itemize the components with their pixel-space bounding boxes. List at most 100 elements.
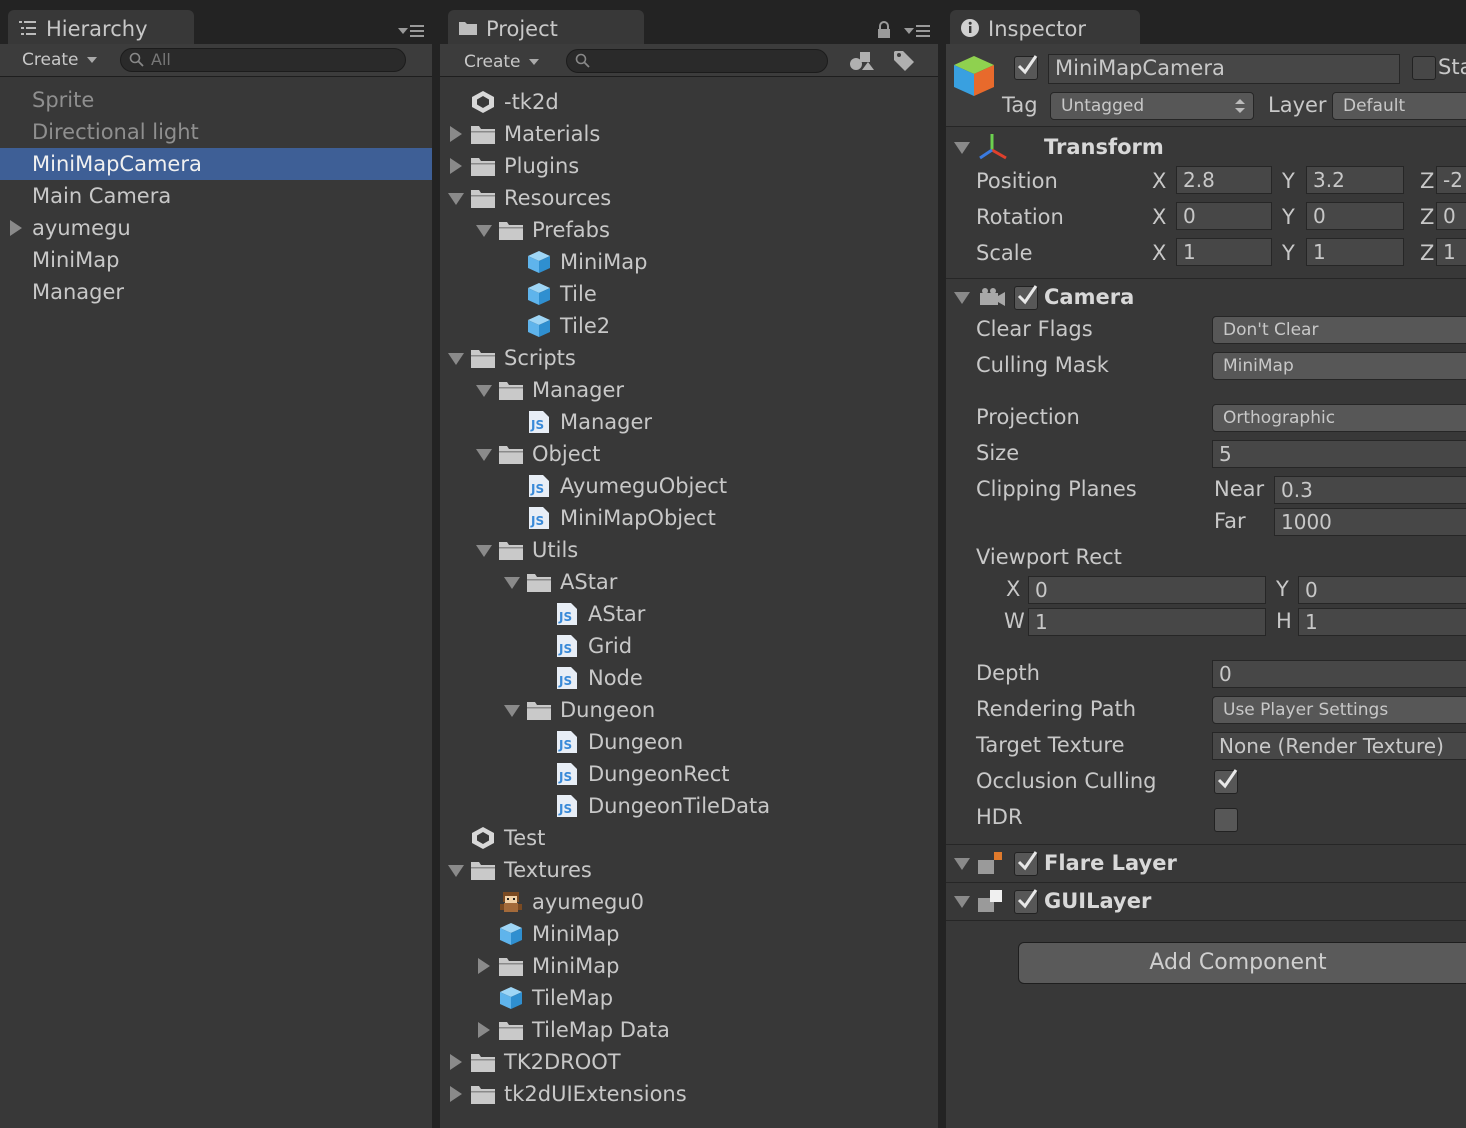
camera-foldout-arrow[interactable] (954, 292, 970, 304)
project-item[interactable]: JS Manager (440, 406, 938, 438)
camera-enabled-checkbox[interactable] (1014, 285, 1038, 310)
viewport-y-field[interactable]: 0 (1298, 576, 1466, 604)
project-item[interactable]: Tile2 (440, 310, 938, 342)
gui-layer-foldout-arrow[interactable] (954, 896, 970, 908)
expand-arrow-icon[interactable] (478, 1022, 490, 1038)
hierarchy-item[interactable]: Directional light (0, 116, 432, 148)
rotation-x-field[interactable]: 0 (1176, 202, 1272, 230)
project-item[interactable]: Scripts (440, 342, 938, 374)
project-item[interactable]: MiniMap (440, 918, 938, 950)
project-item[interactable]: MiniMap (440, 950, 938, 982)
layer-dropdown[interactable]: Default (1332, 92, 1466, 120)
project-search-input[interactable] (566, 49, 828, 73)
object-name-field[interactable]: MiniMapCamera (1048, 54, 1400, 84)
hierarchy-item[interactable]: MiniMap (0, 244, 432, 276)
hierarchy-item[interactable]: Main Camera (0, 180, 432, 212)
near-field[interactable]: 0.3 (1274, 476, 1466, 504)
tab-project[interactable]: Project (448, 10, 644, 44)
expand-arrow-icon[interactable] (450, 1054, 462, 1070)
scale-y-field[interactable]: 1 (1306, 238, 1404, 266)
project-item[interactable]: JS AStar (440, 598, 938, 630)
flare-layer-checkbox[interactable] (1014, 851, 1038, 876)
viewport-h-field[interactable]: 1 (1298, 608, 1466, 636)
scale-z-field[interactable]: 1 (1436, 238, 1466, 266)
expand-arrow-icon[interactable] (450, 126, 462, 142)
hierarchy-item[interactable]: Manager (0, 276, 432, 308)
project-item[interactable]: Test (440, 822, 938, 854)
viewport-w-field[interactable]: 1 (1028, 608, 1266, 636)
project-item[interactable]: Object (440, 438, 938, 470)
project-item[interactable]: TileMap Data (440, 1014, 938, 1046)
projection-dropdown[interactable]: Orthographic (1212, 404, 1466, 432)
far-field[interactable]: 1000 (1274, 508, 1466, 536)
project-create-button[interactable]: Create (464, 50, 539, 74)
hierarchy-item[interactable]: Sprite (0, 84, 432, 116)
add-component-button[interactable]: Add Component (1018, 942, 1466, 984)
project-item[interactable]: JS Dungeon (440, 726, 938, 758)
tab-hierarchy[interactable]: Hierarchy (8, 10, 194, 44)
flare-layer-foldout-arrow[interactable] (954, 858, 970, 870)
project-item[interactable]: tk2dUIExtensions (440, 1078, 938, 1110)
static-checkbox[interactable] (1412, 56, 1436, 80)
project-item[interactable]: JS Grid (440, 630, 938, 662)
expand-arrow-icon[interactable] (450, 1086, 462, 1102)
project-item[interactable]: Textures (440, 854, 938, 886)
collapse-arrow-icon[interactable] (476, 449, 492, 461)
project-item[interactable]: TileMap (440, 982, 938, 1014)
project-item[interactable]: Plugins (440, 150, 938, 182)
project-item[interactable]: Manager (440, 374, 938, 406)
project-item[interactable]: Resources (440, 182, 938, 214)
project-item[interactable]: MiniMap (440, 246, 938, 278)
culling-mask-dropdown[interactable]: MiniMap (1212, 352, 1466, 380)
expand-arrow-icon[interactable] (450, 158, 462, 174)
collapse-arrow-icon[interactable] (504, 705, 520, 717)
project-item[interactable]: AStar (440, 566, 938, 598)
collapse-arrow-icon[interactable] (476, 385, 492, 397)
clear-flags-dropdown[interactable]: Don't Clear (1212, 316, 1466, 344)
project-item[interactable]: -tk2d (440, 86, 938, 118)
occlusion-culling-checkbox[interactable] (1214, 769, 1238, 794)
object-active-checkbox[interactable] (1014, 55, 1038, 80)
project-item[interactable]: JS MiniMapObject (440, 502, 938, 534)
lock-icon[interactable] (876, 20, 892, 40)
hierarchy-create-button[interactable]: Create (22, 48, 97, 72)
expand-arrow-icon[interactable] (478, 958, 490, 974)
hierarchy-item[interactable]: MiniMapCamera (0, 148, 432, 180)
project-item[interactable]: Tile (440, 278, 938, 310)
collapse-arrow-icon[interactable] (504, 577, 520, 589)
expand-arrow-icon[interactable] (10, 220, 22, 236)
rendering-path-dropdown[interactable]: Use Player Settings (1212, 696, 1466, 724)
transform-foldout-arrow[interactable] (954, 142, 970, 154)
collapse-arrow-icon[interactable] (476, 225, 492, 237)
rotation-z-field[interactable]: 0 (1436, 202, 1466, 230)
project-item[interactable]: JS Node (440, 662, 938, 694)
position-x-field[interactable]: 2.8 (1176, 166, 1272, 194)
tag-dropdown[interactable]: Untagged (1050, 92, 1254, 120)
viewport-x-field[interactable]: 0 (1028, 576, 1266, 604)
project-item[interactable]: Materials (440, 118, 938, 150)
project-item[interactable]: Prefabs (440, 214, 938, 246)
size-field[interactable]: 5 (1212, 440, 1466, 468)
hierarchy-search-input[interactable]: All (120, 48, 406, 72)
target-texture-field[interactable]: None (Render Texture) (1212, 732, 1466, 760)
collapse-arrow-icon[interactable] (448, 353, 464, 365)
gui-layer-checkbox[interactable] (1014, 889, 1038, 914)
project-item[interactable]: JS DungeonRect (440, 758, 938, 790)
collapse-arrow-icon[interactable] (448, 865, 464, 877)
project-item[interactable]: JS AyumeguObject (440, 470, 938, 502)
panel-menu-icon[interactable] (396, 22, 426, 40)
hierarchy-item[interactable]: ayumegu (0, 212, 432, 244)
collapse-arrow-icon[interactable] (448, 193, 464, 205)
panel-menu-icon[interactable] (902, 22, 932, 40)
project-item[interactable]: Utils (440, 534, 938, 566)
scale-x-field[interactable]: 1 (1176, 238, 1272, 266)
project-item[interactable]: Dungeon (440, 694, 938, 726)
depth-field[interactable]: 0 (1212, 660, 1466, 688)
rotation-y-field[interactable]: 0 (1306, 202, 1404, 230)
project-item[interactable]: TK2DROOT (440, 1046, 938, 1078)
project-item[interactable]: ayumegu0 (440, 886, 938, 918)
tag-icon[interactable] (892, 48, 916, 72)
hdr-checkbox[interactable] (1214, 808, 1238, 832)
position-z-field[interactable]: -2 (1436, 166, 1466, 194)
position-y-field[interactable]: 3.2 (1306, 166, 1404, 194)
